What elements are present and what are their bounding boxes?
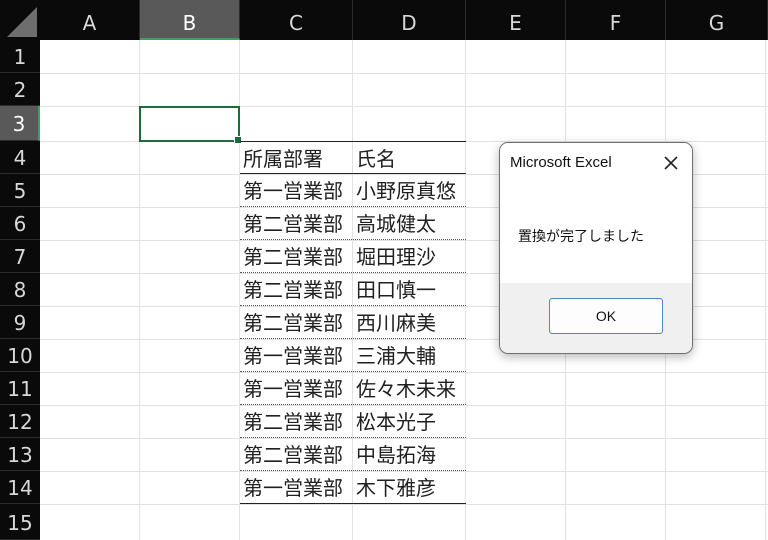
- name-cell[interactable]: 堀田理沙: [353, 240, 466, 272]
- header-cell-name[interactable]: 氏名: [353, 142, 466, 174]
- header-cell-dept[interactable]: 所属部署: [240, 142, 353, 174]
- table-row: 第一営業部 小野原真悠: [240, 174, 466, 207]
- dept-cell[interactable]: 第二営業部: [240, 306, 353, 338]
- column-header-b[interactable]: B: [140, 0, 240, 40]
- table-row: 第二営業部 松本光子: [240, 405, 466, 438]
- dialog-title: Microsoft Excel: [510, 154, 612, 171]
- dept-cell[interactable]: 第一営業部: [240, 471, 353, 503]
- name-cell[interactable]: 松本光子: [353, 405, 466, 437]
- column-header-a[interactable]: A: [40, 0, 140, 40]
- row-header-2[interactable]: 2: [0, 73, 40, 106]
- name-cell[interactable]: 佐々木未来: [353, 372, 466, 404]
- table-row: 第二営業部 田口慎一: [240, 273, 466, 306]
- row-header-9[interactable]: 9: [0, 306, 40, 339]
- row-header-10[interactable]: 10: [0, 339, 40, 372]
- dept-cell[interactable]: 第二営業部: [240, 240, 353, 272]
- dialog-titlebar[interactable]: Microsoft Excel: [500, 143, 692, 184]
- row-header-4[interactable]: 4: [0, 141, 40, 174]
- row-header-bar: 1 2 3 4 5 6 7 8 9 10 11 12 13 14 15: [0, 40, 40, 540]
- name-cell[interactable]: 高城健太: [353, 207, 466, 239]
- table-row: 第二営業部 西川麻美: [240, 306, 466, 339]
- column-header-c[interactable]: C: [240, 0, 353, 40]
- dept-cell[interactable]: 第一営業部: [240, 174, 353, 206]
- column-header-e[interactable]: E: [466, 0, 566, 40]
- name-cell[interactable]: 田口慎一: [353, 273, 466, 305]
- name-cell[interactable]: 三浦大輔: [353, 339, 466, 371]
- row-header-3[interactable]: 3: [0, 106, 40, 141]
- dept-cell[interactable]: 第二営業部: [240, 273, 353, 305]
- row-header-12[interactable]: 12: [0, 405, 40, 438]
- dept-cell[interactable]: 第一営業部: [240, 339, 353, 371]
- dialog-message: 置換が完了しました: [518, 229, 644, 245]
- name-cell[interactable]: 西川麻美: [353, 306, 466, 338]
- name-cell[interactable]: 木下雅彦: [353, 471, 466, 503]
- name-cell[interactable]: 小野原真悠: [353, 174, 466, 206]
- dept-cell[interactable]: 第二営業部: [240, 438, 353, 470]
- column-header-f[interactable]: F: [566, 0, 666, 40]
- row-header-7[interactable]: 7: [0, 240, 40, 273]
- dialog-footer: OK: [500, 283, 692, 353]
- column-header-d[interactable]: D: [353, 0, 466, 40]
- row-header-1[interactable]: 1: [0, 40, 40, 73]
- spreadsheet: A B C D E F G 1 2 3 4 5 6 7 8 9 10 11 12…: [0, 0, 768, 540]
- close-icon[interactable]: [660, 152, 682, 174]
- dept-cell[interactable]: 第二営業部: [240, 207, 353, 239]
- row-header-11[interactable]: 11: [0, 372, 40, 405]
- column-header-bar: A B C D E F G: [0, 0, 768, 40]
- ok-button[interactable]: OK: [549, 298, 663, 334]
- row-header-5[interactable]: 5: [0, 174, 40, 207]
- column-header-g[interactable]: G: [666, 0, 768, 40]
- row-header-13[interactable]: 13: [0, 438, 40, 471]
- active-cell-b3[interactable]: [139, 106, 242, 144]
- table-row: 第二営業部 堀田理沙: [240, 240, 466, 273]
- row-header-14[interactable]: 14: [0, 471, 40, 504]
- table-header-row: 所属部署 氏名: [240, 141, 466, 174]
- message-box-dialog: Microsoft Excel 置換が完了しました OK: [499, 142, 693, 354]
- select-all-button[interactable]: [0, 0, 40, 40]
- dialog-body: 置換が完了しました: [500, 184, 692, 283]
- row-header-6[interactable]: 6: [0, 207, 40, 240]
- name-cell[interactable]: 中島拓海: [353, 438, 466, 470]
- table-row: 第二営業部 中島拓海: [240, 438, 466, 471]
- table-row: 第一営業部 木下雅彦: [240, 471, 466, 504]
- dept-cell[interactable]: 第一営業部: [240, 372, 353, 404]
- select-all-triangle-icon: [7, 7, 37, 37]
- table-row: 第一営業部 佐々木未来: [240, 372, 466, 405]
- row-header-15[interactable]: 15: [0, 504, 40, 540]
- row-header-8[interactable]: 8: [0, 273, 40, 306]
- dept-cell[interactable]: 第二営業部: [240, 405, 353, 437]
- table-row: 第二営業部 高城健太: [240, 207, 466, 240]
- table-row: 第一営業部 三浦大輔: [240, 339, 466, 372]
